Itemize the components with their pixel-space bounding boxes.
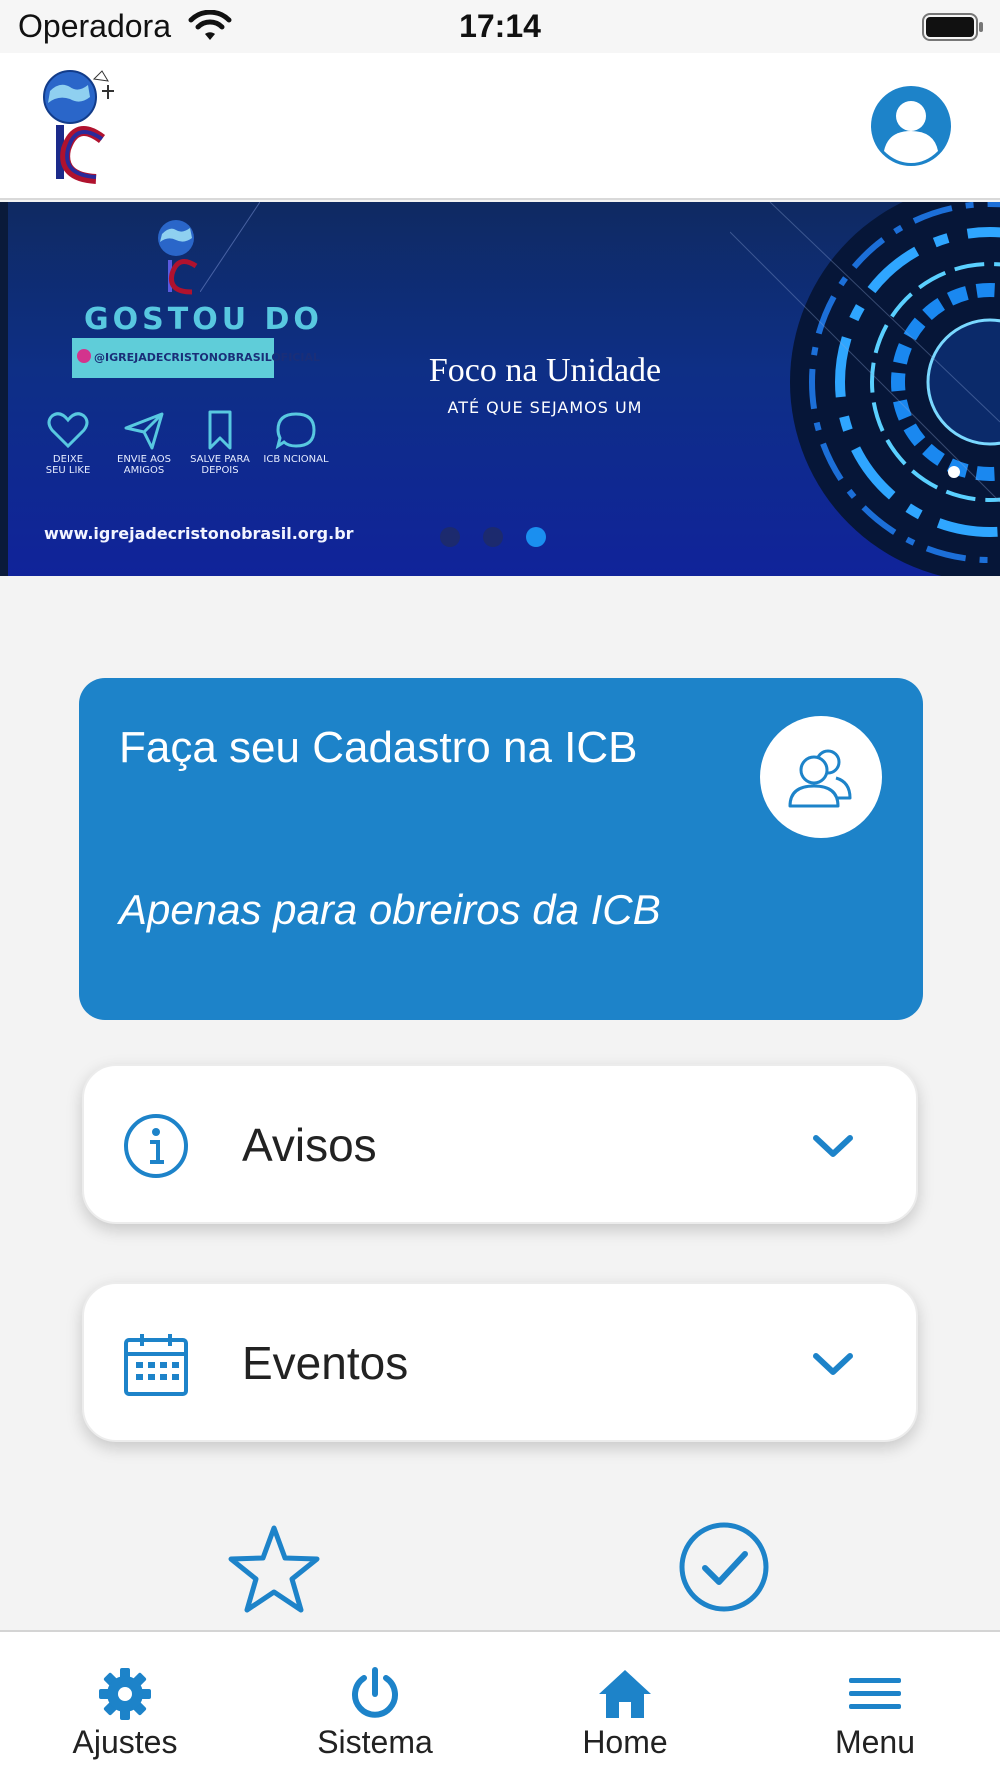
banner-action-label: ICB NCIONAL	[263, 454, 329, 465]
power-icon	[352, 1667, 398, 1718]
chevron-down-icon[interactable]	[810, 1348, 856, 1380]
register-card-subtitle: Apenas para obreiros da ICB	[119, 886, 661, 933]
accordion-label: Avisos	[242, 1119, 377, 1171]
chevron-down-icon[interactable]	[810, 1130, 856, 1162]
battery-icon	[922, 13, 983, 41]
info-icon	[124, 1114, 188, 1178]
banner-edge	[0, 202, 8, 576]
tab-bar: Ajustes Sistema Home Menu	[0, 1630, 1000, 1778]
banner-carousel[interactable]: GOSTOU DO @IGREJADECRISTONOBRASILOFICIAL…	[0, 202, 1000, 576]
tab-label: Sistema	[317, 1724, 433, 1760]
tab-home[interactable]: Home	[500, 1632, 750, 1778]
send-icon	[124, 412, 164, 450]
register-card-title: Faça seu Cadastro na ICB	[119, 723, 638, 772]
calendar-icon	[124, 1334, 188, 1396]
status-bar: Operadora 17:14	[0, 0, 1000, 53]
users-group-icon	[760, 716, 882, 838]
app-header	[0, 53, 1000, 200]
church-globe-logo[interactable]	[36, 69, 116, 187]
carousel-dot-active[interactable]	[526, 527, 546, 547]
register-card[interactable]: Faça seu Cadastro na ICB Apenas para obr…	[79, 678, 923, 1020]
carousel-dot[interactable]	[483, 527, 503, 547]
hamburger-menu-icon	[849, 1678, 901, 1709]
banner-decoration	[200, 202, 260, 292]
tab-label: Home	[582, 1724, 668, 1760]
accordion-eventos[interactable]: Eventos	[82, 1282, 918, 1442]
bookmark-icon	[208, 410, 232, 450]
banner-focus-title: Foco na Unidade	[428, 352, 662, 389]
user-circle-icon[interactable]	[870, 85, 952, 167]
gear-icon	[99, 1668, 151, 1720]
banner-action-label: ENVIE AOS AMIGOS	[117, 454, 171, 476]
banner-title: GOSTOU DO	[84, 302, 323, 337]
banner-action-icons: DEIXE SEU LIKE ENVIE AOS AMIGOS SALVE PA…	[30, 410, 340, 500]
banner-focus-subtitle: ATÉ QUE SEJAMOS UM	[447, 398, 643, 417]
check-circle-icon[interactable]	[677, 1520, 771, 1614]
tab-ajustes[interactable]: Ajustes	[0, 1632, 250, 1778]
carousel-dot[interactable]	[440, 527, 460, 547]
accordion-label: Eventos	[242, 1337, 409, 1389]
tech-circle-art	[730, 202, 1000, 576]
tab-menu[interactable]: Menu	[750, 1632, 1000, 1778]
chat-bubble-icon	[275, 412, 316, 450]
banner-action-label: DEIXE SEU LIKE	[45, 454, 91, 476]
banner-action-chat: ICB NCIONAL	[258, 410, 334, 465]
tab-sistema[interactable]: Sistema	[250, 1632, 500, 1778]
instagram-handle-text: @IGREJADECRISTONOBRASILOFICIAL	[94, 351, 320, 364]
home-icon	[599, 1670, 651, 1718]
tab-label: Ajustes	[72, 1724, 178, 1760]
clock: 17:14	[459, 8, 541, 44]
tab-label: Menu	[834, 1724, 916, 1760]
banner-action-like: DEIXE SEU LIKE	[30, 410, 106, 476]
banner-action-save: SALVE PARA DEPOIS	[182, 410, 258, 476]
star-icon[interactable]	[226, 1522, 322, 1614]
accordion-avisos[interactable]: Avisos	[82, 1064, 918, 1224]
instagram-handle: @IGREJADECRISTONOBRASILOFICIAL	[72, 338, 320, 378]
banner-action-label: SALVE PARA DEPOIS	[190, 454, 250, 476]
instagram-icon	[77, 349, 91, 363]
heart-icon	[47, 412, 89, 449]
banner-action-share: ENVIE AOS AMIGOS	[106, 410, 182, 476]
banner-url: www.igrejadecristonobrasil.org.br	[44, 524, 354, 543]
